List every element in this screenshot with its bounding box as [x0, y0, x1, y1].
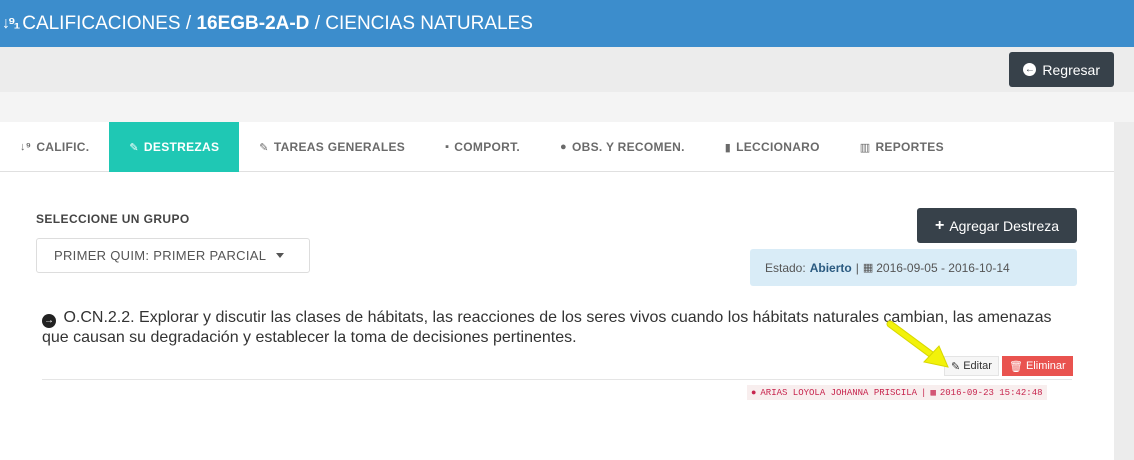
subheader-bar [0, 47, 1134, 92]
comments-icon: ● [560, 141, 567, 153]
calendar-icon: ▦ [930, 387, 936, 398]
tab-label: OBS. Y RECOMEN. [571, 140, 685, 154]
annotation-arrow-icon [886, 320, 949, 368]
caret-down-icon [276, 253, 285, 258]
main-panel: ↓⁹ CALIFIC. ✎ DESTREZAS ✎ TAREAS GENERAL… [0, 122, 1114, 460]
header-subject: CIENCIAS NATURALES [325, 12, 533, 34]
spacer-band [0, 92, 1134, 122]
tab-label: TAREAS GENERALES [273, 140, 406, 154]
author-name: ARIAS LOYOLA JOHANNA PRISCILA [760, 387, 918, 398]
back-button[interactable]: ← Regresar [1009, 52, 1114, 87]
top-header: ↓⁹₁ CALIFICACIONES / 16EGB-2A-D / CIENCI… [0, 0, 1134, 47]
tab-destrezas[interactable]: ✎ DESTREZAS [109, 122, 240, 172]
status-box: Estado: Abierto | ▦ 2016-09-05 - 2016-10… [750, 249, 1077, 286]
header-separator: / [180, 12, 197, 34]
edit-button-label: Editar [963, 360, 992, 372]
sort-numeric-icon: ↓⁹₁ [2, 14, 20, 32]
group-select-label: SELECCIONE UN GRUPO [36, 212, 190, 226]
tab-tareas-generales[interactable]: ✎ TAREAS GENERALES [239, 122, 425, 172]
tab-label: LECCIONARO [736, 140, 820, 154]
status-value: Abierto [809, 260, 852, 275]
edit-icon: ✎ [259, 141, 269, 154]
circle-arrow-right-icon: → [42, 314, 56, 328]
tab-comport[interactable]: ▪ COMPORT. [425, 122, 540, 172]
divider [42, 379, 1072, 380]
tab-bar: ↓⁹ CALIFIC. ✎ DESTREZAS ✎ TAREAS GENERAL… [0, 122, 1114, 172]
tab-obs-recomen[interactable]: ● OBS. Y RECOMEN. [540, 122, 705, 172]
circle-arrow-left-icon: ← [1023, 63, 1037, 76]
delete-button-label: Eliminar [1025, 360, 1066, 372]
tab-calific[interactable]: ↓⁹ CALIFIC. [0, 122, 109, 172]
plus-icon: + [934, 216, 945, 234]
book-icon: ▮ [724, 141, 732, 154]
user-icon: ● [751, 387, 757, 398]
author-badge: ● ARIAS LOYOLA JOHANNA PRISCILA | ▦ 2016… [747, 385, 1047, 400]
back-button-label: Regresar [1042, 61, 1100, 78]
tab-leccionaro[interactable]: ▮ LECCIONARO [705, 122, 840, 172]
trash-icon: 🗑 [1009, 360, 1023, 373]
bar-chart-icon: ▥ [859, 141, 871, 154]
tab-label: REPORTES [875, 140, 944, 154]
group-dropdown-value: PRIMER QUIM: PRIMER PARCIAL [54, 248, 267, 263]
author-timestamp: 2016-09-23 15:42:48 [939, 387, 1043, 398]
group-dropdown[interactable]: PRIMER QUIM: PRIMER PARCIAL [36, 238, 310, 273]
tab-label: DESTREZAS [143, 140, 220, 154]
comment-icon: ▪ [445, 141, 450, 153]
tab-reportes[interactable]: ▥ REPORTES [840, 122, 964, 172]
header-course: 16EGB-2A-D [196, 12, 310, 34]
delete-button[interactable]: 🗑 Eliminar [1002, 356, 1073, 376]
header-separator: / [309, 12, 326, 34]
edit-icon: ✎ [129, 141, 139, 154]
author-separator: | [921, 387, 927, 398]
status-separator: | [855, 260, 859, 275]
calendar-icon: ▦ [862, 262, 874, 274]
add-destreza-button[interactable]: + Agregar Destreza [917, 208, 1077, 243]
tab-label: CALIFIC. [36, 140, 90, 154]
status-date-range: 2016-09-05 - 2016-10-14 [876, 260, 1010, 275]
status-label: Estado: [765, 260, 806, 275]
tab-label: COMPORT. [454, 140, 521, 154]
header-section: CALIFICACIONES [22, 12, 181, 34]
add-destreza-label: Agregar Destreza [949, 217, 1060, 234]
sort-numeric-icon: ↓⁹ [20, 141, 32, 153]
